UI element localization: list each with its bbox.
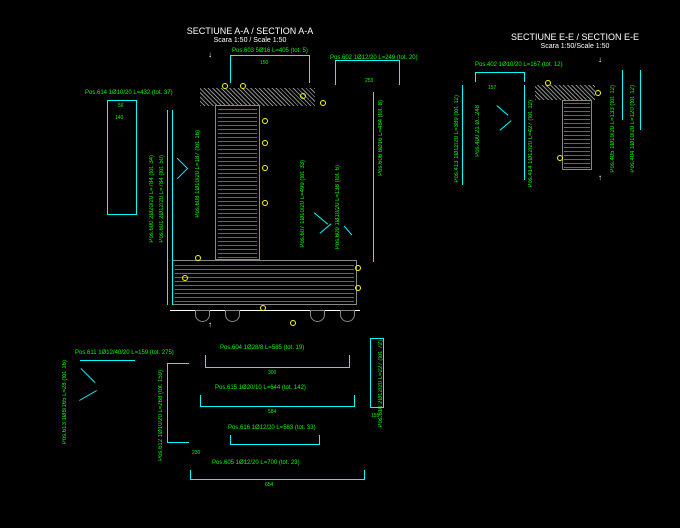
marker-icon (195, 255, 201, 261)
marker-icon (355, 265, 361, 271)
rebar-line (80, 360, 135, 361)
arrow-icon: ↓ (598, 55, 602, 64)
marker-icon (545, 80, 551, 86)
footing-pad (310, 310, 325, 322)
rebar-shape (205, 355, 350, 368)
section-e-title: SECTIUNE E-E / SECTION E-E (495, 32, 655, 42)
dim: 140 (115, 115, 123, 121)
marker-icon (262, 118, 268, 124)
footing-pad (225, 310, 240, 322)
rebar-line (172, 110, 173, 305)
rebar-piece (314, 212, 328, 224)
label-pos404: Pos.404 1Ø10/20 L=120 (tot. 12) (630, 85, 636, 173)
label-pos413: Pos.413 1Ø12/20 L=389 (tot. 12) (454, 95, 460, 183)
label-pos613: Pos.613 1Ø8/165 L=28 (tot. 16) (62, 360, 68, 444)
rebar-shape (230, 435, 320, 445)
label-pos616: Pos.616 1Ø12/20 L=583 (tot. 33) (228, 425, 316, 431)
label-pos614: Pos.614 1Ø10/20 L=432 (tot. 37) (85, 90, 173, 96)
section-a-subtitle: Scara 1:50 / Scale 1:50 (200, 37, 300, 44)
label-pos601: Pos.601 2Ø12/20 L=784 (tot. 50) (159, 155, 165, 243)
rebar-piece (81, 368, 96, 383)
rebar-piece (496, 105, 508, 115)
rebar-pos603 (230, 55, 310, 83)
marker-icon (240, 83, 246, 89)
rebar-line (167, 110, 168, 305)
column-hatch (218, 108, 257, 258)
marker-icon (300, 93, 306, 99)
rebar-shape (167, 363, 189, 443)
label-pos609: Pos.609 1Ø10/20 L=138 (tot. 6) (335, 165, 341, 249)
marker-icon (320, 100, 326, 106)
rebar-piece (344, 226, 352, 236)
rebar-line (640, 70, 641, 130)
marker-icon (182, 275, 188, 281)
marker-icon (595, 90, 601, 96)
top-slab (200, 88, 315, 106)
label-pos600: Pos.600 2Ø20/20 L=784 (tot. 34) (149, 155, 155, 243)
column-e-hatch (564, 102, 590, 168)
dim: 300 (268, 370, 276, 376)
rebar-piece (499, 120, 511, 130)
label-pos604: Pos.604 1Ø28/8 L=585 (tot. 19) (220, 345, 304, 351)
rebar-line (373, 92, 374, 262)
arrow-icon: ↑ (598, 173, 602, 182)
label-pos607: Pos.607 1Ø10/20 L=499 (tot. 33) (300, 160, 306, 248)
rebar-shape (200, 395, 355, 407)
marker-icon (262, 165, 268, 171)
marker-icon (290, 320, 296, 326)
label-pos608: Pos.608 1Ø10/20 L=187 (tot. 16) (195, 130, 201, 218)
marker-icon (557, 155, 563, 161)
dim: 654 (265, 482, 273, 488)
dim: 253 (365, 78, 373, 84)
marker-icon (222, 83, 228, 89)
label-pos405: Pos.405 1Ø10/20 L=133 (tot. 12) (610, 85, 616, 173)
rebar-piece (79, 390, 97, 401)
label-pos602: Pos.602 1Ø12/20 L=249 (tot. 20) (330, 55, 418, 61)
section-a-title: SECTIUNE A-A / SECTION A-A (170, 26, 330, 36)
top-slab-e (535, 85, 595, 100)
rebar-piece (319, 223, 331, 233)
label-pos612: Pos.612 1Ø10/20 L=268 (tot. 159) (158, 370, 164, 461)
dim: 155 (371, 413, 379, 419)
rebar-shape (370, 338, 384, 408)
arrow-icon: ↑ (208, 320, 212, 329)
label-pos605: Pos.605 1Ø12/20 L=700 (tot. 23) (212, 460, 300, 466)
rebar-line (462, 85, 463, 185)
footing-pad (340, 310, 355, 322)
rebar-piece (177, 168, 188, 179)
label-pos400: Pos.400 21 Ø...248 (475, 105, 481, 157)
label-pos611: Pos.611 1Ø12/40/20 L=159 (tot. 275) (75, 350, 174, 356)
footing-hatch (175, 263, 354, 302)
marker-icon (260, 305, 266, 311)
dim: 230 (192, 450, 200, 456)
dim: 584 (268, 409, 276, 415)
label-pos603: Pos.603 5Ø16 L=405 (tot. 5) (232, 48, 308, 54)
label-pos402: Pos.402 1Ø10/20 L=167 (tot. 12) (475, 62, 563, 68)
dim: 150 (260, 60, 268, 66)
arrow-icon: ↓ (208, 50, 212, 59)
label-pos414: Pos.414 1Ø12/20 L=427 (tot. 12) (528, 100, 534, 188)
marker-icon (355, 285, 361, 291)
section-e-subtitle: Scara 1:50/Scale 1:50 (525, 43, 625, 50)
label-pos615: Pos.615 1Ø20/10 L=644 (tot. 142) (215, 385, 306, 391)
rebar-line (524, 85, 525, 180)
dim: 157 (488, 85, 496, 91)
rebar-line (622, 70, 623, 120)
rebar-shape (475, 72, 525, 82)
label-pos606: Pos.606 8Ø16 L=484 (tot. 8) (378, 100, 384, 176)
marker-icon (262, 140, 268, 146)
marker-icon (262, 200, 268, 206)
rebar-shape (190, 470, 365, 480)
dim: 56 (118, 103, 124, 109)
